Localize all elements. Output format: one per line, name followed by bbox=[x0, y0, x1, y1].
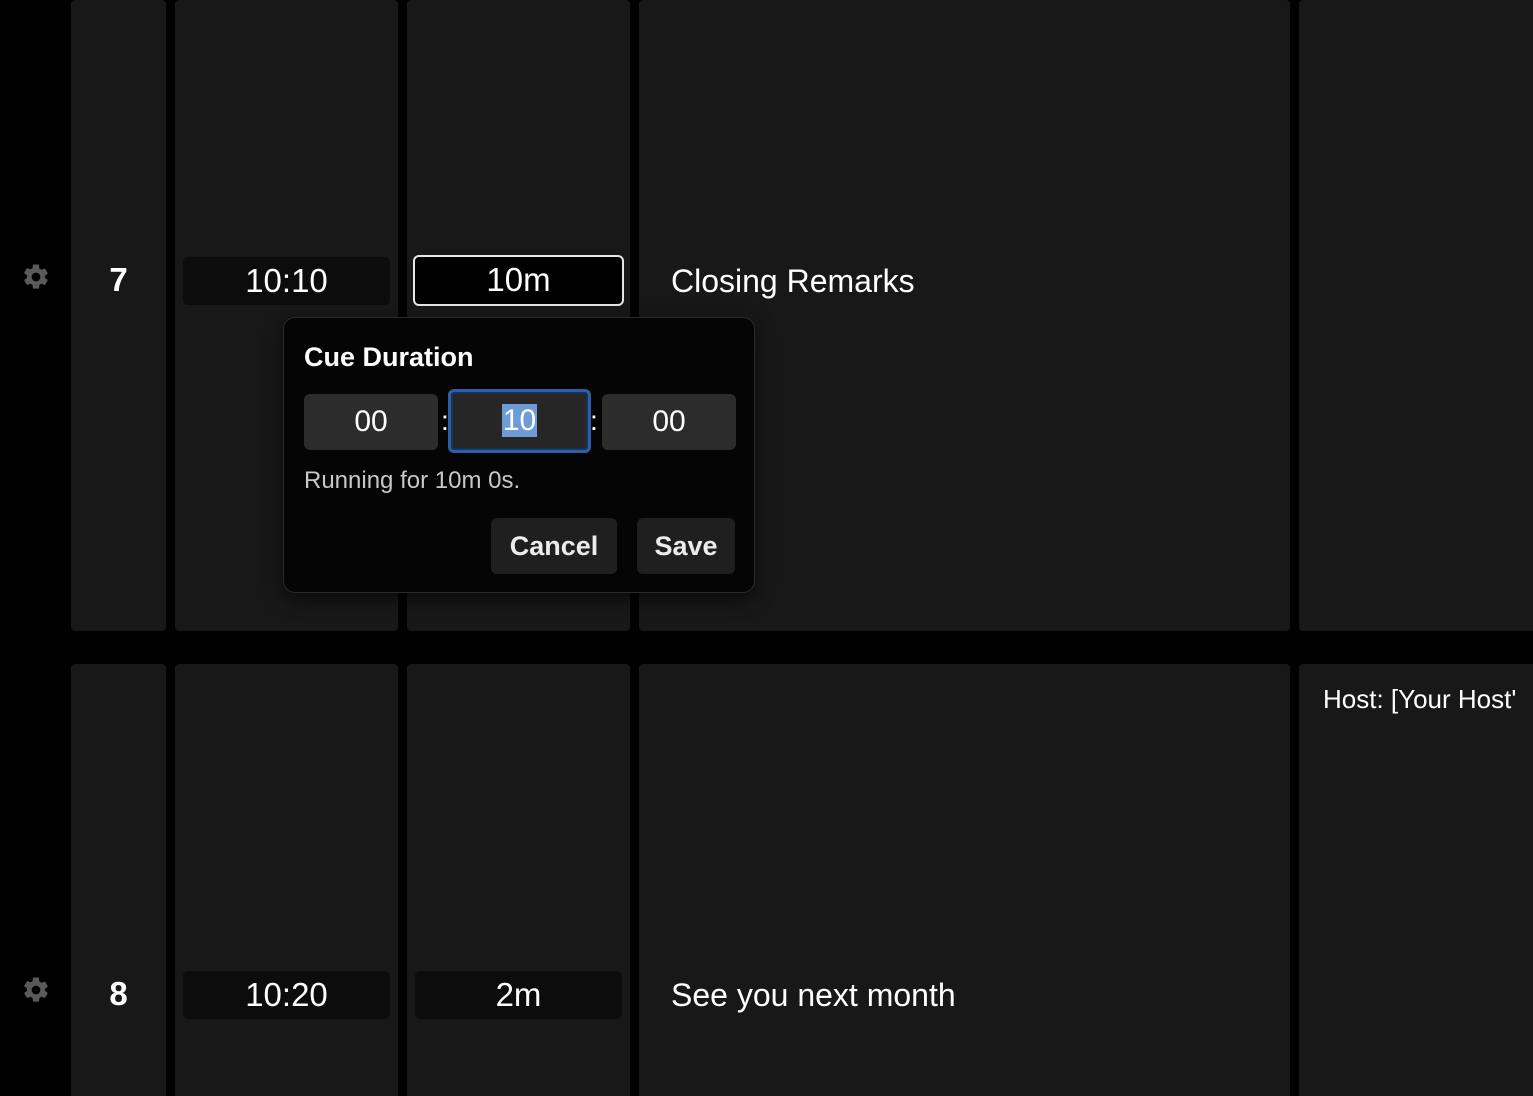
row-8-title[interactable]: See you next month bbox=[671, 975, 956, 1015]
row-8-number-cell bbox=[71, 664, 166, 1096]
seconds-input[interactable]: 00 bbox=[602, 394, 736, 450]
gear-icon[interactable] bbox=[21, 262, 51, 292]
row-7-note-cell bbox=[1299, 0, 1533, 631]
rundown-table: 7 10:10 10m Closing Remarks 8 10:20 2m S… bbox=[0, 0, 1533, 1096]
row-8-note[interactable]: Host: [Your Host' bbox=[1323, 682, 1516, 716]
row-8-duration-cell bbox=[407, 664, 630, 1096]
row-7-title[interactable]: Closing Remarks bbox=[671, 261, 915, 301]
row-7-duration-field[interactable]: 10m bbox=[413, 255, 624, 306]
row-8-start-cell bbox=[175, 664, 398, 1096]
row-8-duration-field[interactable]: 2m bbox=[415, 971, 622, 1019]
row-8-note-cell bbox=[1299, 664, 1533, 1096]
gear-icon[interactable] bbox=[21, 975, 51, 1005]
row-7-start-time[interactable]: 10:10 bbox=[183, 257, 390, 305]
cue-duration-popover: Cue Duration 00 : 10 : 00 Running for 10… bbox=[283, 317, 755, 593]
save-button[interactable]: Save bbox=[637, 518, 735, 574]
cancel-button[interactable]: Cancel bbox=[491, 518, 617, 574]
time-separator: : bbox=[590, 405, 598, 436]
row-7-number: 7 bbox=[109, 261, 128, 298]
row-7-number-cell bbox=[71, 0, 166, 631]
minutes-input-selection: 10 bbox=[501, 404, 538, 437]
minutes-input[interactable]: 10 bbox=[448, 389, 591, 453]
popover-title: Cue Duration bbox=[304, 342, 474, 372]
row-8-title-cell bbox=[639, 664, 1290, 1096]
hours-input[interactable]: 00 bbox=[304, 394, 438, 450]
row-8-number: 8 bbox=[109, 975, 128, 1012]
row-8-start-time[interactable]: 10:20 bbox=[183, 971, 390, 1019]
duration-hint: Running for 10m 0s. bbox=[304, 467, 521, 494]
